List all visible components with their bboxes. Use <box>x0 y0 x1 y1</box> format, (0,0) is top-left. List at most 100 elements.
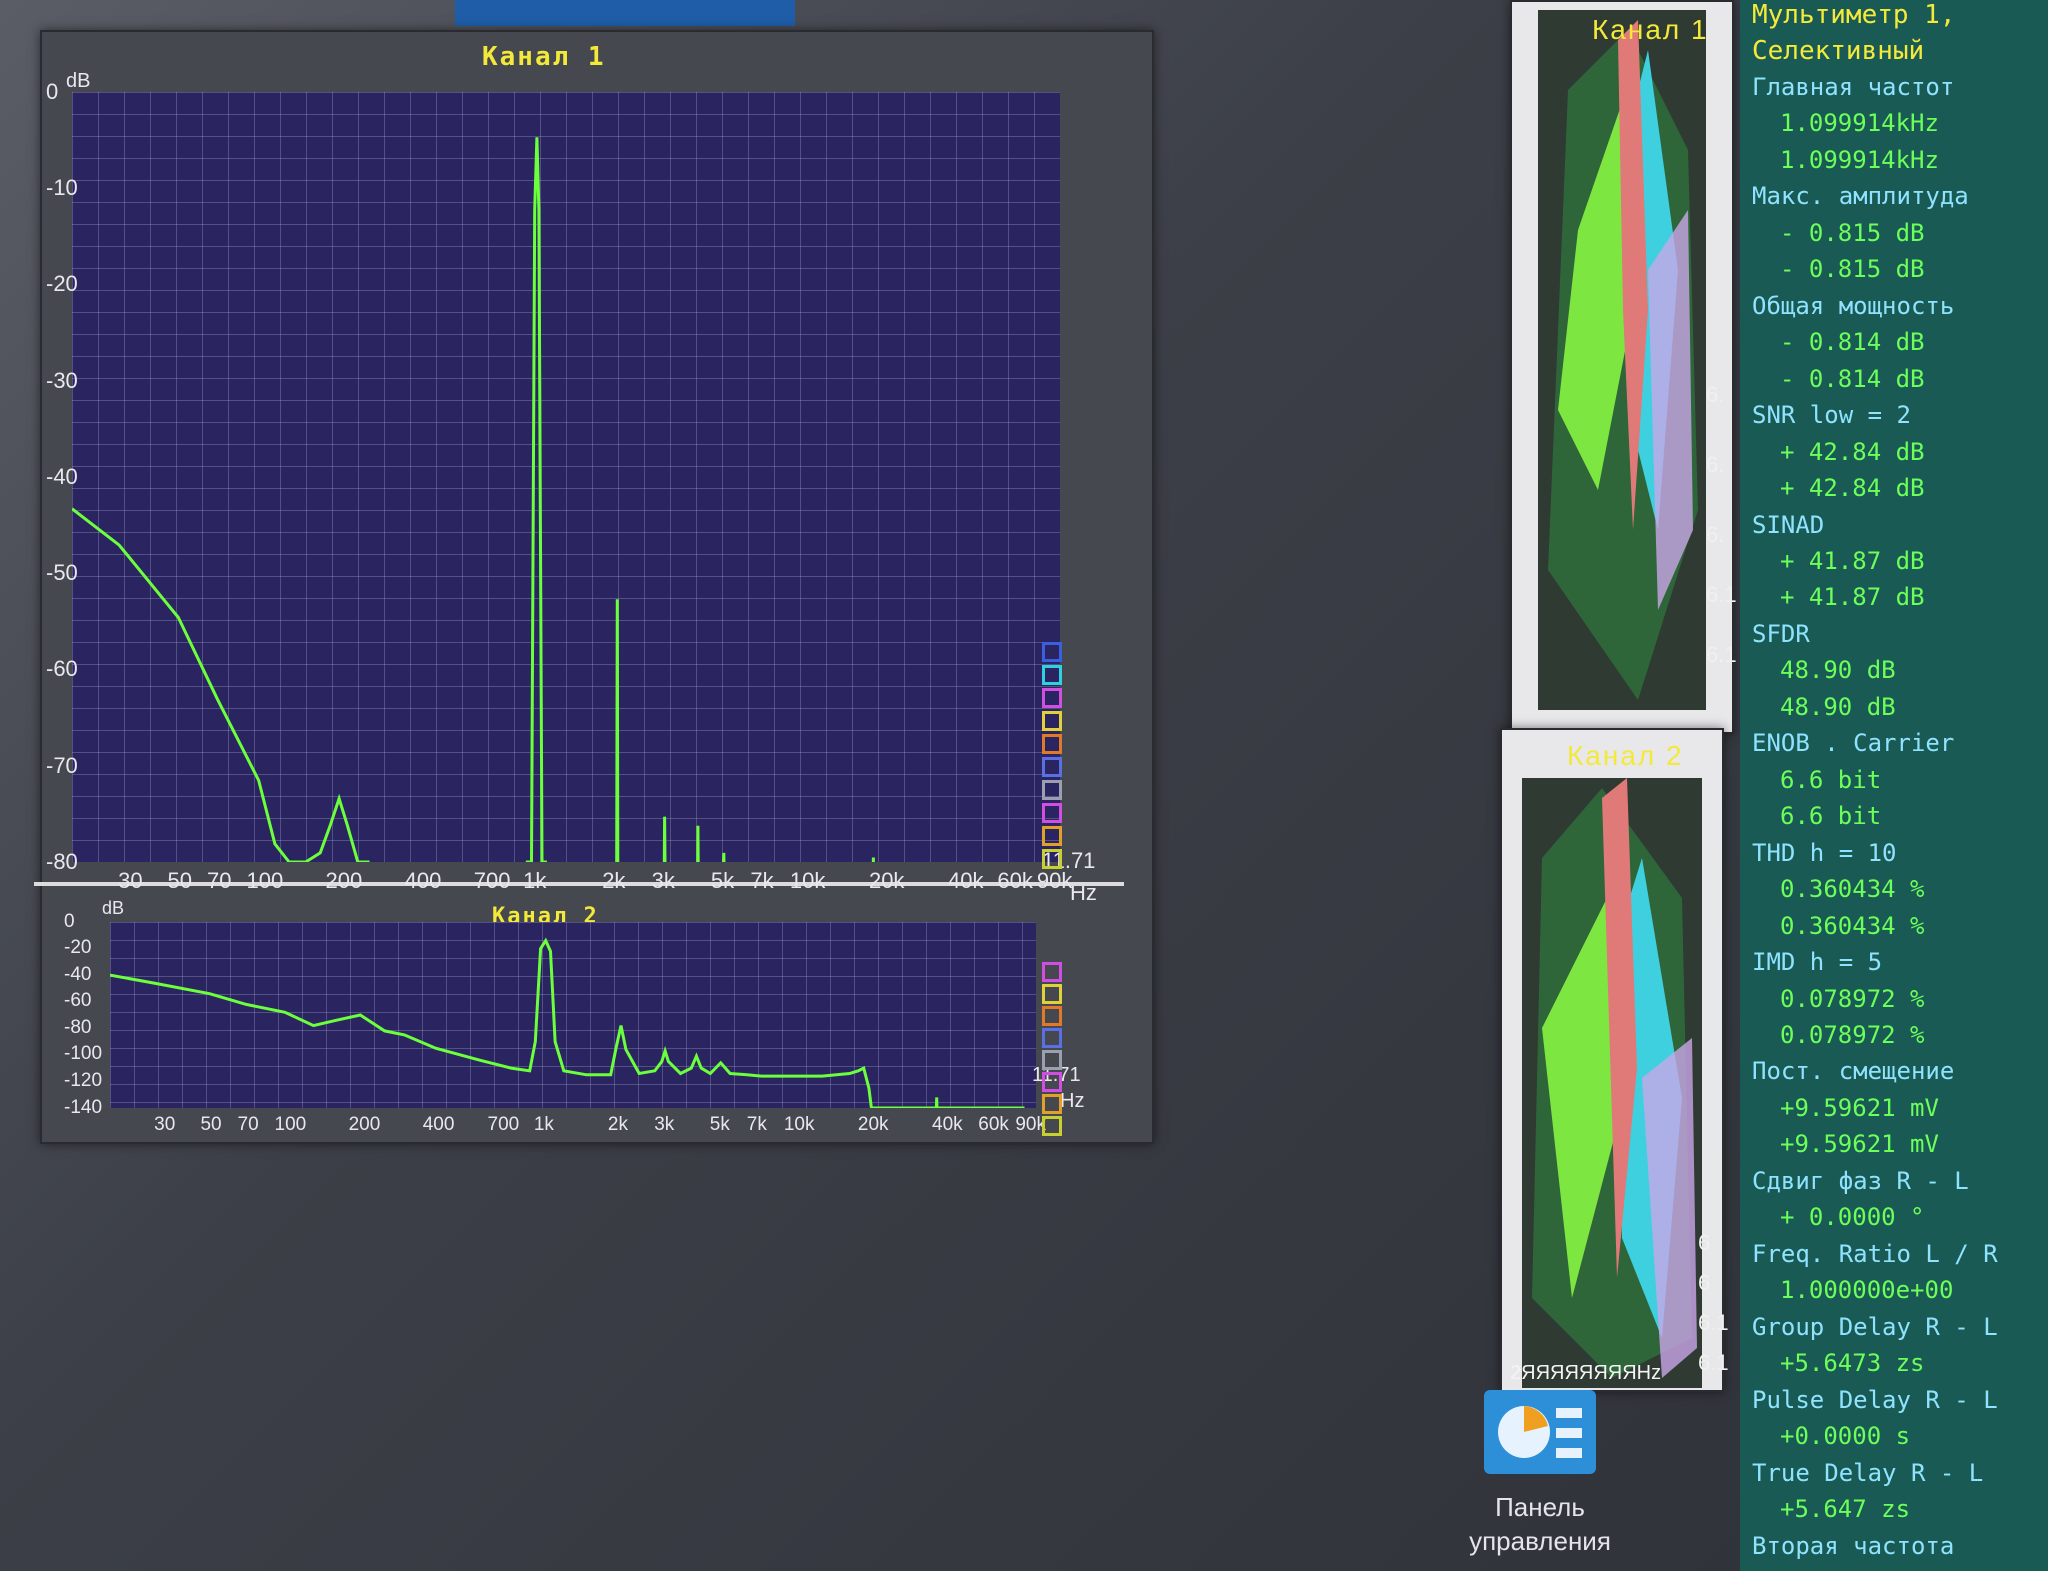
ch2-y-tick: -40 <box>64 963 92 985</box>
multimeter-row-value: + 0.0000 ° <box>1780 1203 1925 1232</box>
control-panel-label-1: Панель <box>1495 1492 1585 1522</box>
multimeter-row-title: Селективный <box>1752 36 1925 67</box>
ch2-legend-swatch[interactable] <box>1042 1116 1062 1136</box>
waterfall2-side-tick: 6 <box>1698 1230 1711 1255</box>
multimeter-row-label: SFDR <box>1752 619 1810 648</box>
ch1-legend-swatch[interactable] <box>1042 688 1062 708</box>
ch1-x-tick: 40k <box>948 868 984 893</box>
multimeter-row-label: Сдвиг фаз R - L <box>1752 1166 1969 1195</box>
ch2-legend-swatch[interactable] <box>1042 1094 1062 1114</box>
ch1-legend-swatch[interactable] <box>1042 803 1062 823</box>
multimeter-row-value: + 41.87 dB <box>1780 583 1925 612</box>
ch1-legend-swatch[interactable] <box>1042 711 1062 731</box>
waterfall1-side-tick: 6. <box>1706 382 1725 407</box>
ch2-y-tick: -20 <box>64 937 92 959</box>
ch1-trace-series-1 <box>525 137 547 862</box>
ch2-legend-swatch[interactable] <box>1042 1028 1062 1048</box>
ch2-legend-swatch[interactable] <box>1042 1006 1062 1026</box>
ch2-spectrum-plot[interactable] <box>110 922 1036 1108</box>
ch1-x-tick: 5k <box>710 868 735 893</box>
multimeter-row-value: +5.647 zs <box>1780 1495 1911 1524</box>
ch2-y-tick: -80 <box>64 1016 92 1038</box>
ch1-spectrum-svg <box>72 137 875 862</box>
multimeter-row-label: THD h = 10 <box>1752 838 1897 867</box>
ch2-x-tick: 7k <box>746 1114 767 1135</box>
ch1-legend-swatch[interactable] <box>1042 780 1062 800</box>
ch1-legend-swatch[interactable] <box>1042 757 1062 777</box>
multimeter-row-value: 48.90 dB <box>1780 692 1896 721</box>
ch2-x-tick: 200 <box>348 1114 381 1135</box>
multimeter-row-label: Вторая частота <box>1752 1531 1955 1560</box>
ch1-x-tick: 90k <box>1036 868 1073 893</box>
ch1-x-tick: 10k <box>789 868 826 893</box>
ch2-x-tick: 100 <box>274 1114 307 1135</box>
multimeter-row-value: +9.59621 mV <box>1780 1130 1939 1159</box>
ch1-trace-series-5 <box>722 852 726 862</box>
multimeter-row-label: Freq. Ratio L / R <box>1752 1239 1998 1268</box>
multimeter-row-value: 1.099914kHz <box>1780 145 1939 174</box>
ch1-y-tick: -20 <box>46 271 78 297</box>
ch2-legend-swatch[interactable] <box>1042 962 1062 982</box>
ch2-trace-series-0 <box>110 937 1025 1108</box>
ch2-spectrum-svg <box>110 937 1025 1108</box>
ch1-x-tick: 400 <box>404 868 442 893</box>
multimeter-row-label: SNR low = 2 <box>1752 401 1911 430</box>
ch1-x-tick: 60k <box>997 868 1033 893</box>
multimeter-row-label: Общая мощность <box>1752 291 1955 320</box>
ch2-x-tick: 30 <box>154 1114 176 1135</box>
ch2-y-tick: -140 <box>64 1096 103 1118</box>
multimeter-panel: Мультиметр 1, Селективный Главная частот 1.… <box>1740 0 2048 1571</box>
ch1-legend-swatch[interactable] <box>1042 849 1062 869</box>
waterfall-ch2-svg <box>1532 778 1697 1378</box>
multimeter-row-value: + 42.84 dB <box>1780 474 1925 503</box>
ch1-legend-swatch[interactable] <box>1042 642 1062 662</box>
multimeter-row-label: SINAD <box>1752 510 1825 539</box>
ch1-x-tick: 7k <box>750 868 774 893</box>
control-panel-shortcut[interactable]: Панель управления <box>1440 1390 1640 1570</box>
ch1-y-tick: -50 <box>46 560 78 586</box>
ch2-y-unit: dB <box>102 898 125 918</box>
ch1-x-tick: 50 <box>167 868 192 893</box>
control-panel-icon <box>1484 1390 1596 1474</box>
multimeter-row-value: 6.6 bit <box>1780 765 1882 794</box>
multimeter-row-value: 0.078972 % <box>1780 984 1925 1013</box>
ch1-x-tick: 1k <box>523 868 547 893</box>
ch1-y-tick: -30 <box>46 367 78 393</box>
ch1-y-tick: -40 <box>46 463 78 489</box>
waterfall-ch2-window: Канал 2 2ЯЯЯЯЯЯЯЯHz 6 6 6.1 6.1 <box>1500 728 1729 1392</box>
ch2-x-tick: 700 <box>487 1114 520 1135</box>
waterfall-ch2-bottom-label: 2ЯЯЯЯЯЯЯЯHz <box>1510 1362 1662 1384</box>
ch1-y-tick: -10 <box>46 175 78 201</box>
waterfall-ch2-plot[interactable] <box>1522 778 1702 1388</box>
ch1-trace-series-2 <box>615 599 620 862</box>
ch2-trace-series-1 <box>934 1097 939 1108</box>
waterfall1-side-tick: 6. <box>1706 522 1725 547</box>
waterfall-ch1-plot[interactable] <box>1538 10 1706 710</box>
ch2-legend-swatch[interactable] <box>1042 1050 1062 1070</box>
ch1-legend-swatch[interactable] <box>1042 734 1062 754</box>
multimeter-row-label: Пост. смещение <box>1752 1057 1955 1086</box>
ch2-x-tick: 20k <box>857 1114 889 1135</box>
multimeter-row-value: - 0.814 dB <box>1780 364 1925 393</box>
ch2-y-tick: -60 <box>64 990 92 1012</box>
ch1-title: Канал 1 <box>482 42 606 72</box>
ch1-x-tick: 2k <box>602 868 626 893</box>
ch1-legend-swatch[interactable] <box>1042 665 1062 685</box>
ch1-trace-series-4 <box>696 825 700 862</box>
ch2-legend-swatch[interactable] <box>1042 1072 1062 1092</box>
multimeter-row-label: ENOB . Carrier <box>1752 729 1955 758</box>
multimeter-row-value: +9.59621 mV <box>1780 1093 1939 1122</box>
multimeter-row-value: 0.078972 % <box>1780 1021 1925 1050</box>
ch2-x-unit: Hz <box>1060 1090 1085 1112</box>
waterfall2-side-tick: 6.1 <box>1698 1350 1729 1375</box>
ch1-x-tick: 20k <box>868 868 905 893</box>
multimeter-row-value: 1.099914kHz <box>1780 109 1939 138</box>
control-panel-label-2: управления <box>1469 1526 1611 1556</box>
ch2-legend-swatch[interactable] <box>1042 984 1062 1004</box>
waterfall1-side-tick: 6.1 <box>1706 582 1737 607</box>
ch2-y-tick: -120 <box>64 1070 103 1092</box>
multimeter-row-value: - 0.815 dB <box>1780 255 1925 284</box>
ch1-spectrum-plot[interactable] <box>72 92 1060 862</box>
ch1-legend-swatch[interactable] <box>1042 826 1062 846</box>
ch2-x-tick: 10k <box>783 1114 815 1135</box>
